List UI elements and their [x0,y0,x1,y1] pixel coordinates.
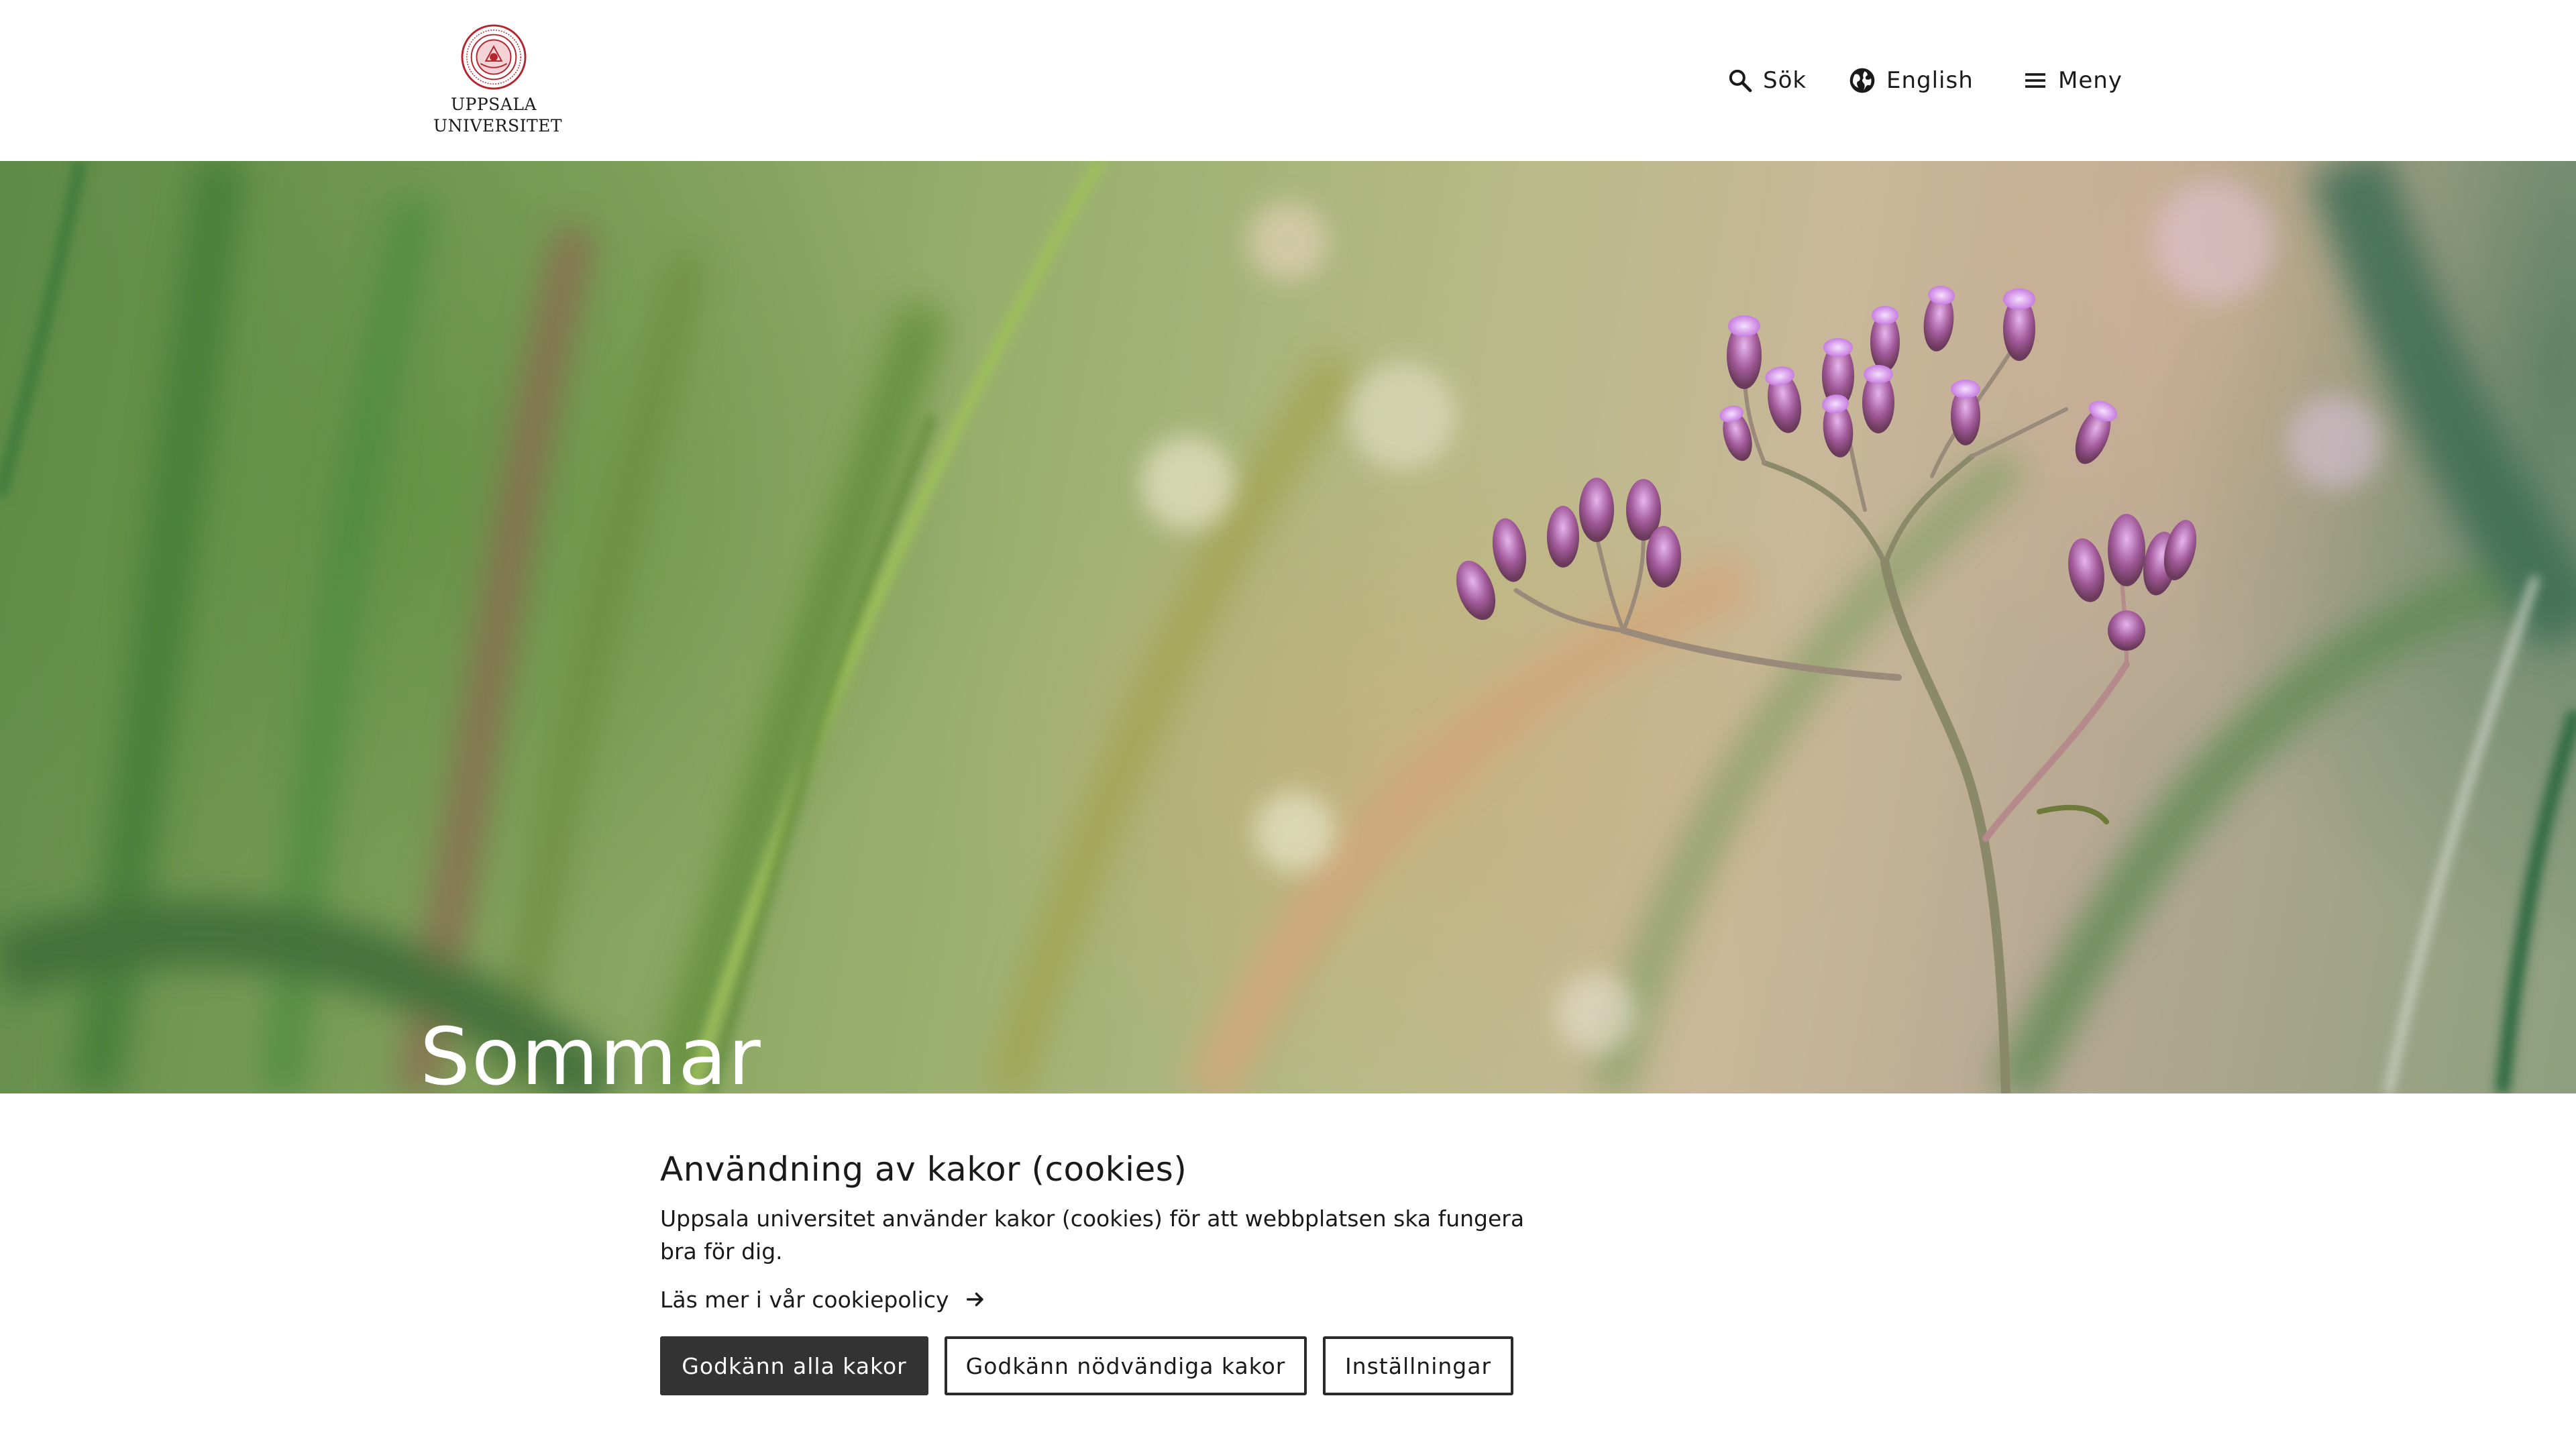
site-header: UPPSALA UNIVERSITET Sök English Meny [0,0,2576,161]
language-label: English [1886,67,1974,94]
language-switch[interactable]: English [1847,62,1974,99]
cookie-title: Användning av kakor (cookies) [660,1150,1187,1189]
accept-all-cookies-button[interactable]: Godkänn alla kakor [660,1336,928,1395]
logo-line-2: UNIVERSITET [433,116,563,136]
university-seal-logo [461,24,527,90]
hero-title: Sommar [420,1010,762,1093]
globe-icon [1849,68,1875,93]
cookie-policy-label: Läs mer i vår cookiepolicy [660,1286,949,1313]
uppsala-university-logo[interactable]: UPPSALA UNIVERSITET [433,24,563,140]
hero-image-flower [0,161,2576,1093]
hamburger-menu-icon [2025,73,2045,88]
hero-banner: Sommar [0,161,2576,1093]
search-label: Sök [1763,67,1807,94]
menu-button[interactable]: Meny [2022,62,2123,99]
menu-label: Meny [2058,67,2123,94]
arrow-right-icon [966,1292,983,1307]
search-icon [1729,69,1752,93]
logo-line-1: UPPSALA [450,95,537,114]
logo-wordmark: UPPSALA UNIVERSITET [433,94,563,137]
accept-necessary-cookies-button[interactable]: Godkänn nödvändiga kakor [945,1336,1307,1395]
cookie-description: Uppsala universitet använder kakor (cook… [660,1205,1525,1265]
cookie-settings-button[interactable]: Inställningar [1323,1336,1513,1395]
cookie-consent-banner: Användning av kakor (cookies) Uppsala un… [0,1093,2576,1449]
cookie-policy-link[interactable]: Läs mer i vår cookiepolicy [660,1283,987,1316]
search-button[interactable]: Sök [1727,62,1807,99]
